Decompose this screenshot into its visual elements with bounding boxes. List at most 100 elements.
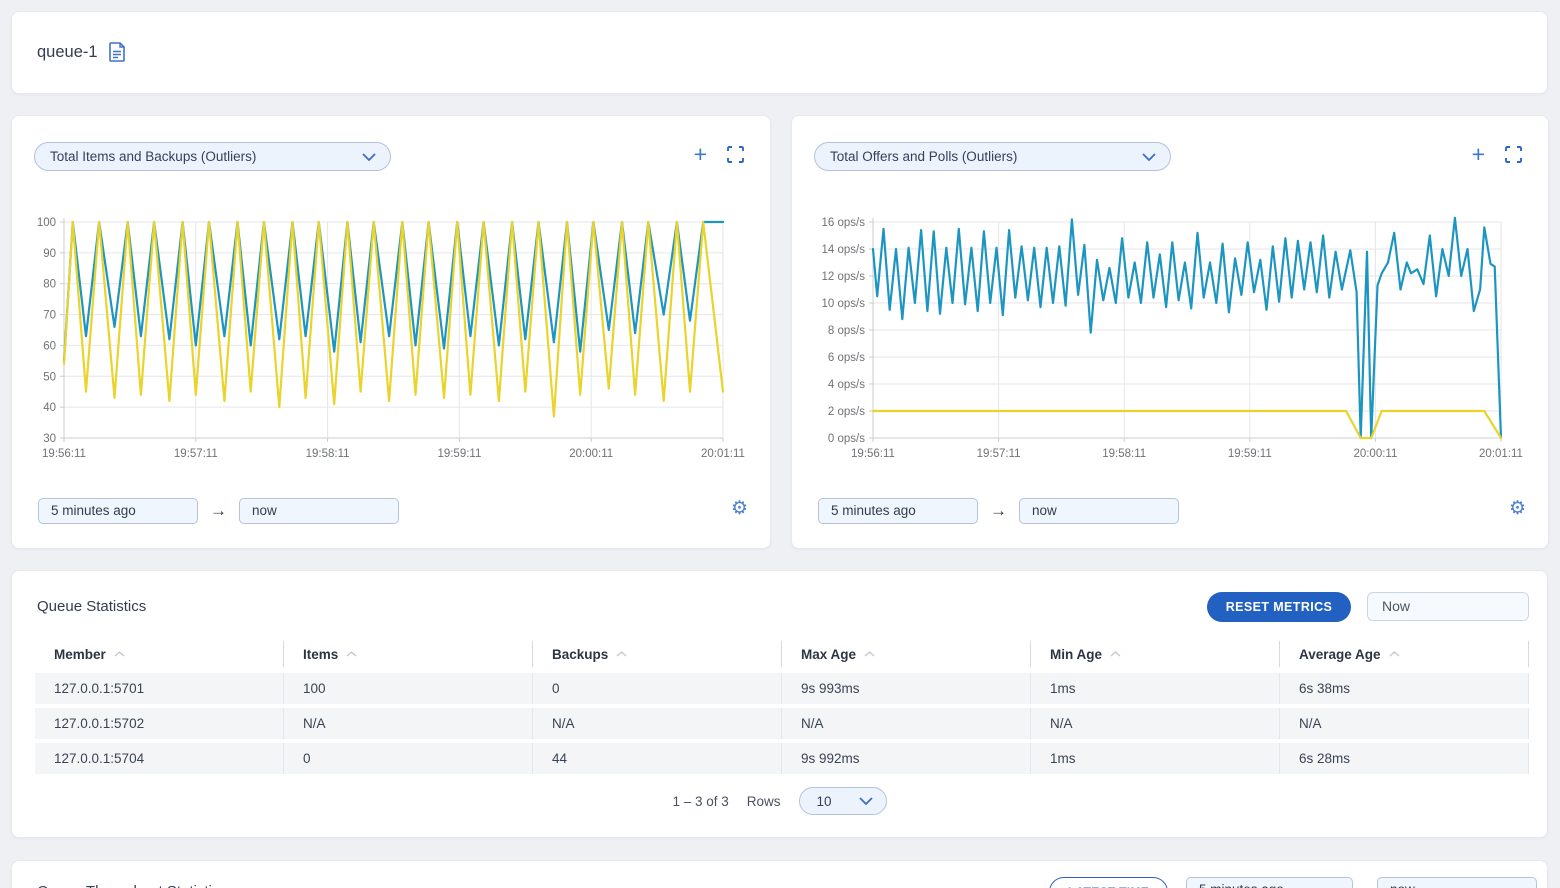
- table-header-row: Member Items Backups Max Age Min Age Average …: [35, 641, 1529, 667]
- svg-text:19:58:11: 19:58:11: [1102, 448, 1146, 460]
- rows-per-page-value: 10: [817, 794, 832, 809]
- svg-text:100: 100: [37, 217, 56, 229]
- arrow-right-icon: →: [990, 501, 1007, 521]
- table-body: 127.0.0.1:570110009s 993ms1ms6s 38ms127.…: [35, 673, 1529, 774]
- time-from-input[interactable]: 5 minutes ago: [1186, 877, 1353, 888]
- reset-metrics-button[interactable]: RESET METRICS: [1207, 592, 1351, 622]
- metric-select-value: Total Offers and Polls (Outliers): [830, 149, 1017, 164]
- chart-settings-gear-icon[interactable]: ⚙: [731, 499, 748, 519]
- column-header-label: Min Age: [1050, 647, 1102, 662]
- svg-text:0 ops/s: 0 ops/s: [828, 433, 865, 445]
- svg-text:30: 30: [43, 433, 56, 445]
- table-cell: 6s 38ms: [1280, 673, 1529, 704]
- sort-caret-icon: [1389, 651, 1400, 657]
- sort-caret-icon: [346, 651, 357, 657]
- table-cell: 9s 993ms: [782, 673, 1031, 704]
- svg-text:6 ops/s: 6 ops/s: [828, 352, 865, 364]
- svg-text:19:56:11: 19:56:11: [851, 448, 895, 460]
- table-cell: 0: [533, 673, 782, 704]
- table-cell: 1ms: [1031, 743, 1280, 774]
- table-cell: N/A: [1031, 708, 1280, 739]
- queue-statistics-card: Queue Statistics RESET METRICS Now Membe…: [11, 570, 1548, 838]
- chevron-down-icon: [362, 153, 376, 161]
- column-header-label: Member: [54, 647, 106, 662]
- table-cell: 44: [533, 743, 782, 774]
- table-cell: 127.0.0.1:5701: [35, 673, 284, 704]
- rows-per-page-select[interactable]: 10: [799, 787, 887, 815]
- svg-text:2 ops/s: 2 ops/s: [828, 406, 865, 418]
- svg-text:19:58:11: 19:58:11: [306, 448, 350, 460]
- metric-select-value: Total Items and Backups (Outliers): [50, 149, 256, 164]
- time-to-input[interactable]: now: [1377, 877, 1537, 888]
- table-cell: N/A: [782, 708, 1031, 739]
- svg-text:60: 60: [43, 340, 56, 352]
- column-header-label: Backups: [552, 647, 608, 662]
- pagination: 1 – 3 of 3 Rows 10: [12, 787, 1547, 815]
- table-cell: 1ms: [1031, 673, 1280, 704]
- sort-caret-icon: [864, 651, 875, 657]
- column-header-items[interactable]: Items: [284, 641, 533, 667]
- sort-caret-icon: [1110, 651, 1121, 657]
- section-title: Queue Throughput Statistics: [37, 883, 227, 888]
- time-from-input[interactable]: 5 minutes ago: [38, 498, 198, 524]
- svg-text:10 ops/s: 10 ops/s: [822, 298, 866, 310]
- table-cell: N/A: [1280, 708, 1529, 739]
- column-header-backups[interactable]: Backups: [533, 641, 782, 667]
- page-title: queue-1: [37, 43, 98, 62]
- svg-text:90: 90: [43, 248, 56, 260]
- column-header-member[interactable]: Member: [35, 641, 284, 667]
- fullscreen-icon[interactable]: [727, 146, 744, 163]
- items-backups-line-chart: 3040506070809010019:56:1119:57:1119:58:1…: [22, 211, 762, 473]
- time-to-input[interactable]: now: [1019, 498, 1179, 524]
- svg-text:20:00:11: 20:00:11: [1353, 448, 1397, 460]
- table-row[interactable]: 127.0.0.1:57040449s 992ms1ms6s 28ms: [35, 743, 1529, 774]
- chart-settings-gear-icon[interactable]: ⚙: [1509, 499, 1526, 519]
- svg-text:20:00:11: 20:00:11: [569, 448, 613, 460]
- svg-text:20:01:11: 20:01:11: [1479, 448, 1523, 460]
- table-cell: 100: [284, 673, 533, 704]
- add-chart-icon[interactable]: +: [1472, 144, 1485, 164]
- offers-polls-line-chart: 0 ops/s 2 ops/s 4 ops/s 6 ops/s 8 ops/s 10 op…: [802, 211, 1542, 473]
- svg-text:16 ops/s: 16 ops/s: [822, 217, 866, 229]
- table-cell: 127.0.0.1:5704: [35, 743, 284, 774]
- table-cell: 127.0.0.1:5702: [35, 708, 284, 739]
- column-header-average-age[interactable]: Average Age: [1280, 641, 1529, 667]
- chevron-down-icon: [859, 797, 873, 805]
- svg-text:8 ops/s: 8 ops/s: [828, 325, 865, 337]
- latest-time-button[interactable]: LATEST TIME: [1049, 877, 1168, 888]
- svg-text:40: 40: [43, 402, 56, 414]
- queue-throughput-card: Queue Throughput Statistics LATEST TIME …: [11, 860, 1548, 888]
- add-chart-icon[interactable]: +: [694, 144, 707, 164]
- offers-polls-chart-card: Total Offers and Polls (Outliers) + 0 op…: [791, 115, 1549, 549]
- column-header-label: Average Age: [1299, 647, 1381, 662]
- metric-select[interactable]: Total Items and Backups (Outliers): [34, 142, 391, 171]
- rows-per-page-label: Rows: [747, 794, 781, 809]
- svg-text:19:57:11: 19:57:11: [977, 448, 1021, 460]
- document-config-icon[interactable]: [109, 42, 126, 62]
- column-header-min-age[interactable]: Min Age: [1031, 641, 1280, 667]
- metric-select[interactable]: Total Offers and Polls (Outliers): [814, 142, 1171, 171]
- table-cell: 9s 992ms: [782, 743, 1031, 774]
- svg-text:80: 80: [43, 279, 56, 291]
- table-row[interactable]: 127.0.0.1:5702N/AN/AN/AN/AN/A: [35, 708, 1529, 739]
- members-table: Member Items Backups Max Age Min Age Average …: [35, 641, 1529, 778]
- svg-text:4 ops/s: 4 ops/s: [828, 379, 865, 391]
- page-header-card: queue-1: [11, 11, 1548, 94]
- sort-caret-icon: [114, 651, 125, 657]
- svg-text:19:57:11: 19:57:11: [174, 448, 218, 460]
- svg-text:12 ops/s: 12 ops/s: [822, 271, 866, 283]
- column-header-max-age[interactable]: Max Age: [782, 641, 1031, 667]
- table-cell: 6s 28ms: [1280, 743, 1529, 774]
- table-row[interactable]: 127.0.0.1:570110009s 993ms1ms6s 38ms: [35, 673, 1529, 704]
- arrow-right-icon: →: [1360, 880, 1377, 888]
- time-to-input[interactable]: now: [239, 498, 399, 524]
- svg-text:19:56:11: 19:56:11: [42, 448, 86, 460]
- time-from-input[interactable]: 5 minutes ago: [818, 498, 978, 524]
- svg-text:19:59:11: 19:59:11: [437, 448, 481, 460]
- metrics-time-input[interactable]: Now: [1367, 592, 1529, 621]
- table-cell: N/A: [284, 708, 533, 739]
- svg-text:14 ops/s: 14 ops/s: [822, 244, 866, 256]
- fullscreen-icon[interactable]: [1505, 146, 1522, 163]
- sort-caret-icon: [616, 651, 627, 657]
- pagination-range: 1 – 3 of 3: [672, 794, 728, 809]
